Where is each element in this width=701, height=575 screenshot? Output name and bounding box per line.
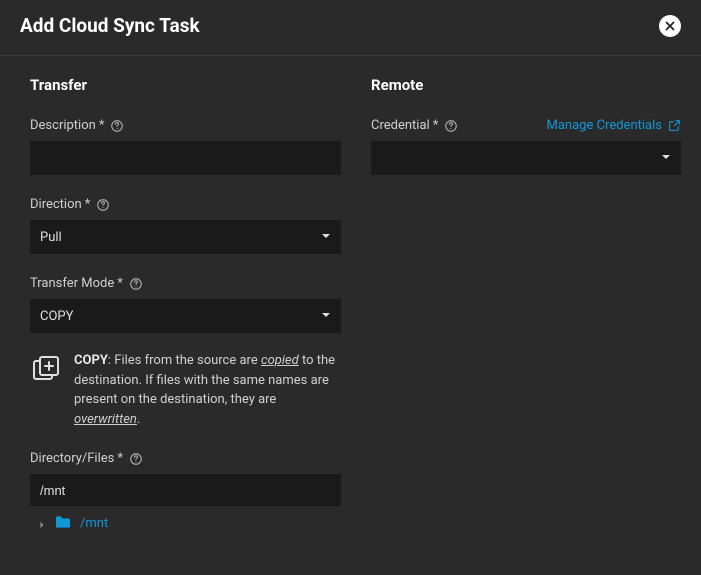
credential-select[interactable]	[371, 141, 681, 175]
directory-files-label: Directory/Files	[30, 451, 114, 466]
transfer-mode-value: COPY	[40, 309, 73, 324]
chevron-right-icon	[38, 514, 46, 533]
external-link-icon	[668, 119, 681, 132]
chevron-down-icon	[321, 230, 331, 245]
close-button[interactable]	[659, 15, 681, 37]
directory-path-input[interactable]	[30, 474, 341, 506]
transfer-mode-select[interactable]: COPY	[30, 299, 341, 333]
transfer-mode-label: Transfer Mode	[30, 276, 114, 291]
transfer-mode-description: COPY: Files from the source are copied t…	[74, 351, 339, 429]
close-icon	[663, 19, 677, 33]
required-indicator: *	[117, 276, 123, 291]
required-indicator: *	[85, 197, 91, 212]
chevron-down-icon	[661, 151, 671, 166]
help-icon[interactable]	[444, 119, 458, 133]
remote-section-title: Remote	[371, 76, 681, 94]
chevron-down-icon	[321, 309, 331, 324]
required-indicator: *	[117, 451, 123, 466]
required-indicator: *	[433, 118, 439, 133]
description-input[interactable]	[30, 141, 341, 175]
tree-node-label: /mnt	[80, 516, 108, 531]
required-indicator: *	[99, 118, 105, 133]
direction-value: Pull	[40, 230, 62, 245]
direction-select[interactable]: Pull	[30, 220, 341, 254]
page-title: Add Cloud Sync Task	[20, 14, 200, 37]
help-icon[interactable]	[96, 198, 110, 212]
manage-credentials-link[interactable]: Manage Credentials	[547, 118, 682, 133]
transfer-section-title: Transfer	[30, 76, 341, 94]
description-label: Description	[30, 118, 96, 133]
copy-mode-icon	[32, 355, 60, 383]
help-icon[interactable]	[129, 277, 143, 291]
folder-icon	[54, 514, 72, 533]
direction-label: Direction	[30, 197, 82, 212]
manage-credentials-label: Manage Credentials	[547, 118, 663, 133]
tree-node[interactable]: /mnt	[30, 506, 341, 541]
help-icon[interactable]	[110, 119, 124, 133]
credential-label: Credential	[371, 118, 430, 133]
help-icon[interactable]	[129, 452, 143, 466]
